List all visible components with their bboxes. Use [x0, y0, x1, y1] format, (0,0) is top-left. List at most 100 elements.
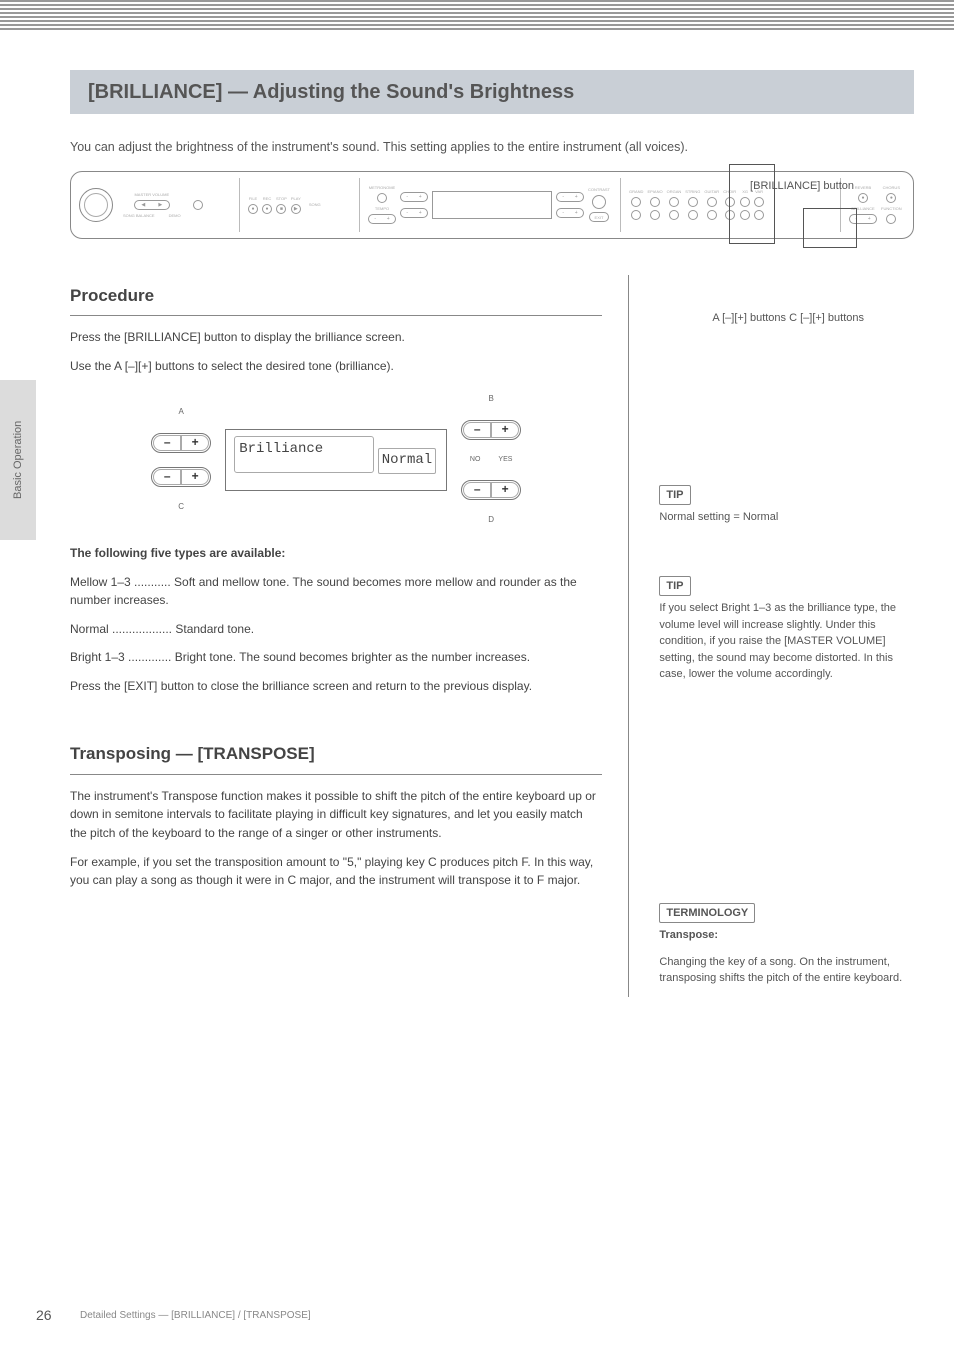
terminology-body: Changing the key of a song. On the instr… [659, 954, 914, 987]
function-button-icon [886, 214, 896, 224]
d-button-pair: – + [461, 480, 521, 500]
no-label: NO [470, 455, 481, 466]
voice-choir-button-icon [725, 197, 735, 207]
d-minus-button-icon: – [463, 482, 491, 498]
voice-organ-button-icon [669, 197, 679, 207]
voice-grand-button-icon [631, 197, 641, 207]
tempo-buttons-icon: -+ [368, 214, 396, 224]
lcd-diagram: A – + – + C Brilliance Normal [70, 393, 602, 526]
contrast-knob-icon [592, 195, 606, 209]
voice-epiano-button-icon [650, 197, 660, 207]
d-buttons-icon: -+ [556, 208, 584, 218]
page-title-bar: [BRILLIANCE] — Adjusting the Sound's Bri… [70, 70, 914, 114]
option-bright: Bright 1–3 ............. Bright tone. Th… [70, 648, 602, 667]
button-letter-a: A [179, 406, 184, 418]
tip1-label: TIP [659, 485, 690, 506]
voice-xg-button-icon [740, 197, 750, 207]
lcd-label: Brilliance [234, 436, 374, 474]
panel-display-section: METRONOME TEMPO -+ -+ -+ -+ -+ CONTRAST … [359, 178, 610, 232]
exit-button-icon: EXIT [589, 212, 609, 222]
master-volume-knob-icon [79, 188, 113, 222]
voice-row2-5-icon [707, 210, 717, 220]
b-minus-button-icon: – [463, 422, 491, 438]
side-column: TIP Normal setting = Normal TIP If you s… [659, 275, 914, 997]
side-tab-basic-operation: Basic Operation [0, 380, 36, 540]
c-minus-button-icon: – [153, 469, 181, 485]
reverb-button-icon: ● [858, 193, 868, 203]
d-plus-button-icon: + [491, 482, 519, 498]
voice-strings-button-icon [688, 197, 698, 207]
panel-label-chorus: CHORUS [883, 185, 900, 190]
option-normal: Normal .................. Standard tone. [70, 620, 602, 639]
panel-label-metronome: METRONOME [369, 185, 395, 190]
panel-label-contrast: CONTRAST [588, 187, 610, 192]
procedure-heading: Procedure [70, 283, 602, 316]
brilliance-buttons-icon: -+ [849, 214, 877, 224]
song-file-button-icon: ● [248, 204, 258, 214]
callout-text-brilliance: [BRILLIANCE] button [750, 180, 854, 192]
voice-variation-button-icon [754, 197, 764, 207]
song-play-button-icon: ▶ [291, 204, 301, 214]
panel-label-master-volume: MASTER VOLUME [134, 192, 169, 197]
terminology-title: Transpose: [659, 927, 914, 944]
option-mellow: Mellow 1–3 ........... Soft and mellow t… [70, 573, 602, 610]
song-rec-button-icon: ● [262, 204, 272, 214]
panel-label-song: SONG [309, 202, 321, 207]
terminology-label: TERMINOLOGY [659, 903, 755, 924]
song-balance-slider-icon: ◀▶ [134, 200, 170, 210]
tip2-label: TIP [659, 576, 690, 597]
voice-row2-7-icon [740, 210, 750, 220]
b-button-pair: – + [461, 420, 521, 440]
intro-paragraph: You can adjust the brightness of the ins… [70, 138, 846, 157]
main-column: Procedure Press the [BRILLIANCE] button … [70, 275, 629, 997]
voice-row2-4-icon [688, 210, 698, 220]
page-number: 26 [36, 1307, 52, 1323]
transpose-paragraph-1: The instrument's Transpose function make… [70, 787, 602, 843]
callout-text-abcd: A [–][+] buttons C [–][+] buttons [712, 312, 864, 324]
lcd-value: Normal [378, 448, 436, 474]
metronome-button-icon [377, 193, 387, 203]
voice-guitar-button-icon [707, 197, 717, 207]
procedure-step-2: Use the A [–][+] buttons to select the d… [70, 357, 602, 376]
yes-label: YES [498, 455, 512, 466]
voice-row2-3-icon [669, 210, 679, 220]
tip1-body: Normal setting = Normal [659, 509, 914, 526]
voice-row2-2-icon [650, 210, 660, 220]
a-minus-button-icon: – [153, 435, 181, 451]
song-stop-button-icon: ■ [276, 204, 286, 214]
button-letter-c: C [178, 501, 184, 513]
footer-title: Detailed Settings — [BRILLIANCE] / [TRAN… [80, 1310, 311, 1321]
panel-effects-section: REVERB ● BRILLIANCE -+ CHORUS ● FUNCTION [840, 178, 950, 232]
procedure-step-1: Press the [BRILLIANCE] button to display… [70, 328, 602, 347]
b-plus-button-icon: + [491, 422, 519, 438]
lcd-screen: Brilliance Normal [225, 429, 447, 491]
button-letter-d: D [488, 514, 494, 526]
panel-label-tempo: TEMPO [375, 206, 389, 211]
c-buttons-icon: -+ [400, 208, 428, 218]
panel-lcd-icon [432, 191, 552, 219]
chorus-button-icon: ● [886, 193, 896, 203]
b-buttons-icon: -+ [556, 192, 584, 202]
a-button-pair: – + [151, 433, 211, 453]
tip2-body: If you select Bright 1–3 as the brillian… [659, 600, 914, 683]
c-plus-button-icon: + [181, 469, 209, 485]
c-button-pair: – + [151, 467, 211, 487]
panel-label-reverb: REVERB [855, 185, 871, 190]
panel-volume-section: MASTER VOLUME ◀▶ SONG BALANCE DEMO [79, 178, 229, 232]
button-letter-b: B [489, 393, 494, 405]
panel-label-function: FUNCTION [881, 206, 902, 211]
transpose-paragraph-2: For example, if you set the transpositio… [70, 853, 602, 890]
transpose-heading: Transposing — [TRANSPOSE] [70, 741, 602, 774]
page-title-text: [BRILLIANCE] — Adjusting the Sound's Bri… [88, 81, 574, 104]
panel-label-demo: DEMO [169, 213, 181, 218]
panel-song-section: FILE● REC● STOP■ PLAY▶ SONG [239, 178, 349, 232]
voice-row2-6-icon [725, 210, 735, 220]
panel-label-song-balance: SONG BALANCE [123, 213, 155, 218]
voice-row2-1-icon [631, 210, 641, 220]
page-top-stripes [0, 0, 954, 30]
page-content: [BRILLIANCE] — Adjusting the Sound's Bri… [70, 70, 914, 1301]
voice-splitlayer-icon [754, 210, 764, 220]
a-buttons-icon: -+ [400, 192, 428, 202]
procedure-step-3: Press the [EXIT] button to close the bri… [70, 677, 602, 696]
a-plus-button-icon: + [181, 435, 209, 451]
